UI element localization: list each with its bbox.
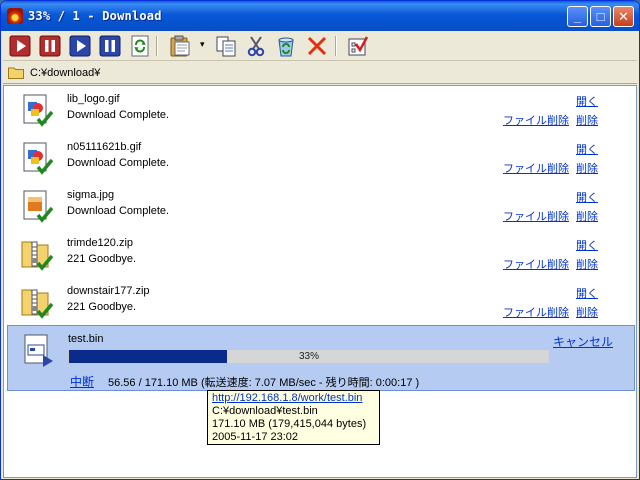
cancel-link[interactable]: キャンセル: [553, 333, 613, 350]
delete-button[interactable]: [306, 35, 328, 57]
tooltip-path: C:¥download¥test.bin: [212, 405, 318, 417]
list-item[interactable]: lib_logo.gif Download Complete. 開く ファイル削…: [4, 86, 636, 134]
file-delete-link[interactable]: ファイル削除: [503, 160, 569, 176]
copy-button[interactable]: [215, 35, 237, 57]
file-status: Download Complete.: [67, 157, 170, 169]
binary-file-icon: [22, 333, 56, 369]
file-info-tooltip: http://192.168.1.8/work/test.bin C:¥down…: [207, 390, 380, 445]
path-bar: C:¥download¥: [3, 62, 637, 84]
cut-button[interactable]: [245, 35, 267, 57]
tooltip-size: 171.10 MB (179,415,044 bytes): [212, 418, 367, 430]
delete-link[interactable]: 削除: [576, 112, 598, 128]
list-item[interactable]: downstair177.zip 221 Goodbye. 開く ファイル削除 …: [4, 278, 636, 326]
photo-file-icon: [21, 188, 55, 224]
cut-icon: [247, 36, 265, 57]
zip-file-icon: [21, 236, 55, 272]
file-status: 221 Goodbye.: [67, 253, 137, 265]
maximize-button[interactable]: □: [590, 6, 611, 27]
delete-link[interactable]: 削除: [576, 160, 598, 176]
file-name: test.bin: [68, 333, 104, 345]
transfer-stats: 56.56 / 171.10 MB (転送速度: 7.07 MB/sec - 残…: [108, 377, 420, 389]
list-item[interactable]: n05111621b.gif Download Complete. 開く ファイ…: [4, 134, 636, 182]
file-delete-link[interactable]: ファイル削除: [503, 112, 569, 128]
file-status: Download Complete.: [67, 109, 170, 121]
toolbar-separator: [156, 36, 158, 56]
title-bar[interactable]: 33% / 1 - Download _ □ ✕: [1, 1, 639, 31]
list-item[interactable]: sigma.jpg Download Complete. 開く ファイル削除 削…: [4, 182, 636, 230]
close-button[interactable]: ✕: [613, 6, 634, 27]
start-button[interactable]: [9, 35, 31, 57]
file-name: downstair177.zip: [67, 285, 150, 297]
settings-button[interactable]: [347, 35, 369, 57]
file-status: 221 Goodbye.: [67, 301, 137, 313]
tooltip-url[interactable]: http://192.168.1.8/work/test.bin: [212, 392, 375, 405]
zip-file-icon: [21, 284, 55, 320]
progress-bar: 33%: [68, 349, 550, 364]
pause-icon: [39, 35, 61, 57]
file-delete-link[interactable]: ファイル削除: [503, 208, 569, 224]
app-flame-icon: [7, 8, 23, 24]
toolbar-separator: [335, 36, 337, 56]
recycle-icon: [278, 37, 294, 57]
file-name: trimde120.zip: [67, 237, 134, 249]
refresh-button[interactable]: [129, 35, 151, 57]
open-link[interactable]: 開く: [576, 237, 598, 253]
list-item[interactable]: trimde120.zip 221 Goodbye. 開く ファイル削除 削除: [4, 230, 636, 278]
image-file-icon: [21, 92, 55, 128]
delete-link[interactable]: 削除: [576, 208, 598, 224]
toolbar: ▾: [3, 31, 637, 61]
open-link[interactable]: 開く: [576, 141, 598, 157]
refresh-icon: [131, 35, 149, 57]
window-title: 33% / 1 - Download: [28, 9, 162, 23]
pause-link[interactable]: 中断: [70, 373, 94, 390]
pause-button[interactable]: [39, 35, 61, 57]
paste-menu-arrow[interactable]: ▾: [200, 39, 205, 50]
file-name: sigma.jpg: [67, 189, 115, 201]
copy-icon: [216, 36, 236, 57]
pause-all-button[interactable]: [99, 35, 121, 57]
download-path: C:¥download¥: [30, 67, 101, 79]
delete-icon: [307, 36, 327, 56]
file-delete-link[interactable]: ファイル削除: [503, 304, 569, 320]
recycle-button[interactable]: [275, 35, 297, 57]
paste-url-icon: [170, 35, 190, 57]
image-file-icon: [21, 140, 55, 176]
file-status: Download Complete.: [67, 205, 170, 217]
file-name: lib_logo.gif: [67, 93, 120, 105]
delete-link[interactable]: 削除: [576, 304, 598, 320]
app-window: 33% / 1 - Download _ □ ✕ ▾ C:¥download¥ …: [0, 0, 640, 480]
paste-url-button[interactable]: [169, 35, 191, 57]
progress-label: 33%: [298, 351, 319, 362]
open-link[interactable]: 開く: [576, 285, 598, 301]
start-all-icon: [69, 35, 91, 57]
settings-icon: [348, 36, 369, 56]
pause-all-icon: [99, 35, 121, 57]
start-icon: [9, 35, 31, 57]
delete-link[interactable]: 削除: [576, 256, 598, 272]
file-name: n05111621b.gif: [67, 141, 142, 153]
active-download-item[interactable]: test.bin キャンセル 33% 中断 56.56 / 171.10 MB …: [7, 325, 635, 391]
folder-icon: [8, 67, 24, 79]
open-link[interactable]: 開く: [576, 93, 598, 109]
start-all-button[interactable]: [69, 35, 91, 57]
open-link[interactable]: 開く: [576, 189, 598, 205]
tooltip-date: 2005-11-17 23:02: [212, 431, 299, 443]
file-delete-link[interactable]: ファイル削除: [503, 256, 569, 272]
minimize-button[interactable]: _: [567, 6, 588, 27]
